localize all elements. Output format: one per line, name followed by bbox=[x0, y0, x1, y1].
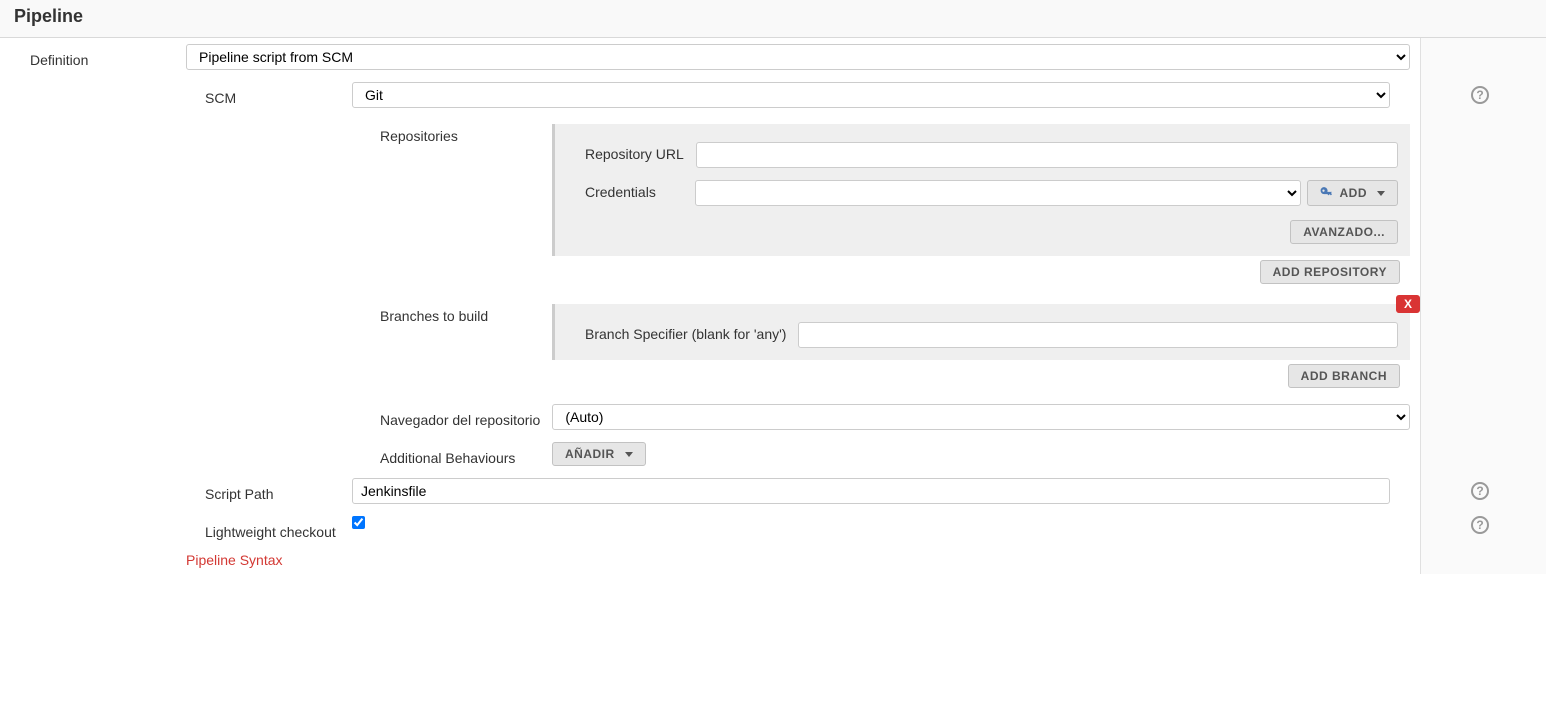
row-lightweight-checkout: Lightweight checkout ? bbox=[0, 510, 1420, 546]
pipeline-config-form: Definition Pipeline script from SCM SCM … bbox=[0, 38, 1546, 574]
row-definition: Definition Pipeline script from SCM bbox=[0, 38, 1420, 76]
field-script-path bbox=[352, 478, 1420, 504]
field-scm: Git bbox=[352, 82, 1420, 108]
field-lightweight-checkout bbox=[352, 516, 1420, 540]
branches-block: X Branch Specifier (blank for 'any') bbox=[552, 304, 1410, 360]
chevron-down-icon bbox=[1377, 191, 1385, 196]
section-header-pipeline: Pipeline bbox=[0, 0, 1546, 38]
script-path-input[interactable] bbox=[352, 478, 1390, 504]
label-additional-behaviours: Additional Behaviours bbox=[0, 442, 552, 466]
add-repository-label: ADD REPOSITORY bbox=[1273, 265, 1387, 279]
chevron-down-icon bbox=[625, 452, 633, 457]
field-repository-url bbox=[696, 142, 1410, 168]
branch-specifier-input[interactable] bbox=[798, 322, 1398, 348]
credentials-select[interactable] bbox=[695, 180, 1301, 206]
add-behaviour-button[interactable]: AÑADIR bbox=[552, 442, 646, 466]
form-left-column: Definition Pipeline script from SCM SCM … bbox=[0, 38, 1420, 574]
row-script-path: Script Path ? bbox=[0, 472, 1420, 510]
field-additional-behaviours: AÑADIR bbox=[552, 442, 1420, 466]
row-add-repository: ADD REPOSITORY bbox=[552, 256, 1420, 294]
key-icon bbox=[1320, 186, 1334, 200]
label-repositories: Repositories bbox=[0, 120, 552, 144]
repositories-block: Repository URL Credentials ADD bbox=[552, 124, 1410, 256]
label-scm: SCM bbox=[0, 82, 352, 108]
field-repo-browser: (Auto) bbox=[552, 404, 1420, 430]
help-icon[interactable]: ? bbox=[1471, 516, 1489, 534]
label-branch-specifier: Branch Specifier (blank for 'any') bbox=[555, 322, 798, 348]
help-icon[interactable]: ? bbox=[1471, 482, 1489, 500]
add-credentials-label: ADD bbox=[1340, 186, 1368, 200]
field-branch-specifier bbox=[798, 322, 1410, 348]
label-branches: Branches to build bbox=[0, 300, 552, 324]
row-advanced-button: AVANZADO... bbox=[555, 212, 1410, 250]
advanced-button-label: AVANZADO... bbox=[1303, 225, 1385, 239]
repository-url-input[interactable] bbox=[696, 142, 1398, 168]
field-definition: Pipeline script from SCM bbox=[186, 44, 1420, 70]
section-title: Pipeline bbox=[14, 6, 83, 26]
lightweight-checkout-checkbox[interactable] bbox=[352, 516, 365, 529]
label-credentials: Credentials bbox=[555, 180, 695, 206]
row-branch-specifier: Branch Specifier (blank for 'any') bbox=[555, 316, 1410, 354]
row-scm: SCM Git ? bbox=[0, 76, 1420, 114]
advanced-button[interactable]: AVANZADO... bbox=[1290, 220, 1398, 244]
row-credentials: Credentials ADD bbox=[555, 174, 1410, 212]
add-branch-button[interactable]: ADD BRANCH bbox=[1288, 364, 1400, 388]
row-repository-url: Repository URL bbox=[555, 136, 1410, 174]
label-repo-browser: Navegador del repositorio bbox=[0, 404, 552, 430]
field-credentials: ADD bbox=[695, 180, 1410, 206]
help-icon[interactable]: ? bbox=[1471, 86, 1489, 104]
definition-select[interactable]: Pipeline script from SCM bbox=[186, 44, 1410, 70]
repo-browser-select[interactable]: (Auto) bbox=[552, 404, 1410, 430]
add-branch-label: ADD BRANCH bbox=[1301, 369, 1387, 383]
label-lightweight-checkout: Lightweight checkout bbox=[0, 516, 352, 540]
row-pipeline-syntax: Pipeline Syntax bbox=[0, 546, 1420, 574]
label-repository-url: Repository URL bbox=[555, 142, 696, 168]
row-additional-behaviours: Additional Behaviours AÑADIR bbox=[0, 436, 1420, 472]
add-credentials-button[interactable]: ADD bbox=[1307, 180, 1399, 206]
add-behaviour-label: AÑADIR bbox=[565, 447, 615, 461]
delete-branch-button[interactable]: X bbox=[1396, 295, 1420, 313]
row-add-branch: ADD BRANCH bbox=[552, 360, 1420, 398]
label-definition: Definition bbox=[0, 44, 186, 70]
add-repository-button[interactable]: ADD REPOSITORY bbox=[1260, 260, 1400, 284]
row-repo-browser: Navegador del repositorio (Auto) bbox=[0, 398, 1420, 436]
scm-select[interactable]: Git bbox=[352, 82, 1390, 108]
pipeline-syntax-link[interactable]: Pipeline Syntax bbox=[186, 552, 283, 568]
label-script-path: Script Path bbox=[0, 478, 352, 504]
